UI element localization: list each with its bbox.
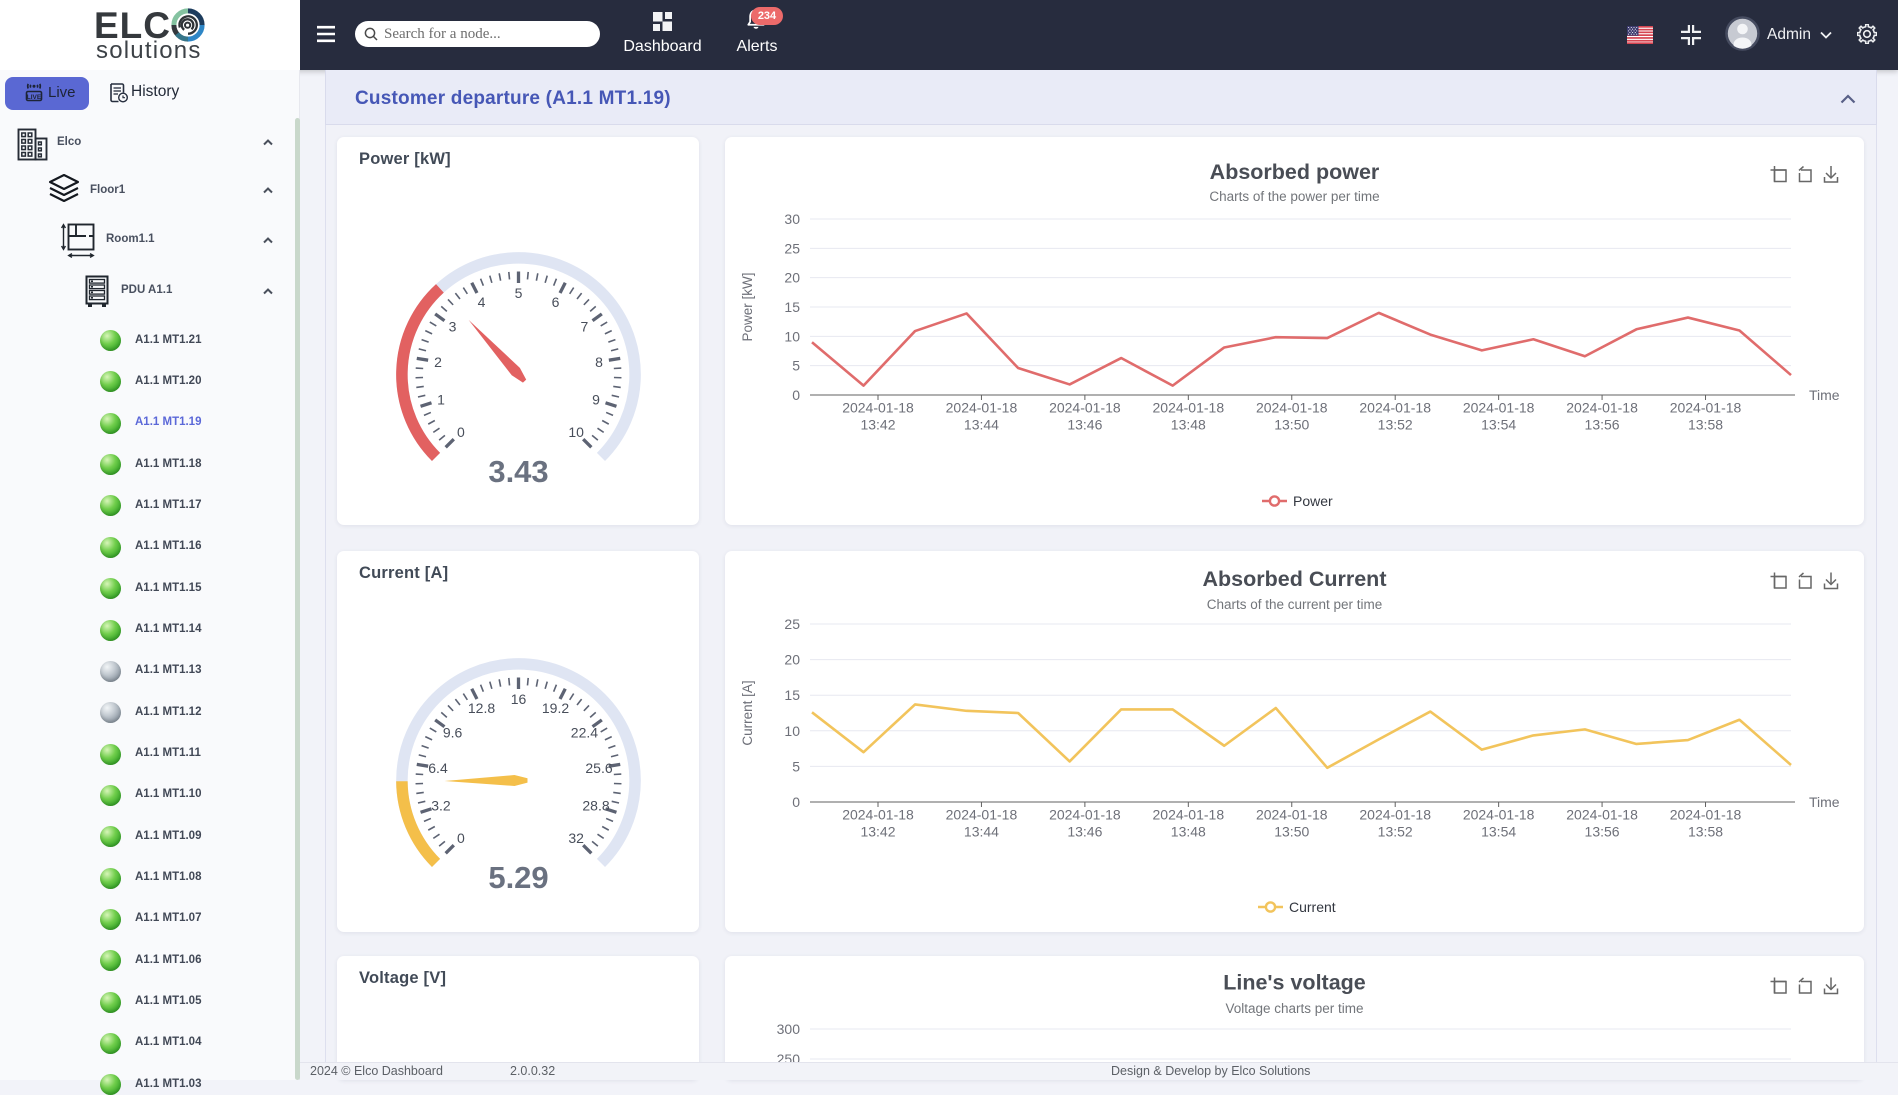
svg-text:2024-01-18: 2024-01-18 — [842, 400, 914, 416]
svg-text:28.8: 28.8 — [582, 798, 609, 814]
svg-text:0: 0 — [457, 424, 465, 440]
svg-text:13:48: 13:48 — [1171, 417, 1206, 433]
svg-text:13:48: 13:48 — [1171, 824, 1206, 840]
svg-text:13:42: 13:42 — [860, 417, 895, 433]
svg-text:2024-01-18: 2024-01-18 — [1153, 400, 1225, 416]
svg-text:Time: Time — [1809, 794, 1840, 810]
svg-text:6: 6 — [552, 294, 560, 310]
svg-text:Absorbed power: Absorbed power — [1210, 160, 1380, 184]
svg-text:5.29: 5.29 — [488, 860, 548, 895]
svg-text:LIVE: LIVE — [27, 94, 42, 101]
svg-text:Absorbed Current: Absorbed Current — [1203, 567, 1387, 591]
svg-text:2024-01-18: 2024-01-18 — [1566, 400, 1638, 416]
svg-text:6.4: 6.4 — [428, 760, 448, 776]
svg-text:2024-01-18: 2024-01-18 — [1153, 807, 1225, 823]
svg-text:5: 5 — [792, 758, 800, 774]
svg-text:Power: Power — [1293, 493, 1333, 509]
svg-text:13:44: 13:44 — [964, 824, 999, 840]
svg-text:3: 3 — [449, 319, 457, 335]
svg-text:8: 8 — [595, 354, 603, 370]
svg-text:0: 0 — [792, 794, 800, 810]
svg-text:Power [kW]: Power [kW] — [740, 272, 755, 341]
svg-text:300: 300 — [777, 1021, 801, 1037]
svg-text:2024-01-18: 2024-01-18 — [1256, 400, 1328, 416]
svg-text:13:56: 13:56 — [1585, 417, 1620, 433]
svg-text:2024-01-18: 2024-01-18 — [1359, 400, 1431, 416]
svg-text:Time: Time — [1809, 387, 1840, 403]
svg-text:2024-01-18: 2024-01-18 — [1670, 400, 1742, 416]
svg-text:9.6: 9.6 — [443, 725, 463, 741]
svg-text:13:58: 13:58 — [1688, 417, 1723, 433]
svg-text:13:46: 13:46 — [1067, 824, 1102, 840]
svg-text:15: 15 — [784, 687, 800, 703]
svg-text:13:58: 13:58 — [1688, 824, 1723, 840]
svg-text:2024-01-18: 2024-01-18 — [1049, 807, 1121, 823]
svg-text:2: 2 — [434, 354, 442, 370]
svg-text:2024-01-18: 2024-01-18 — [1566, 807, 1638, 823]
svg-text:13:52: 13:52 — [1378, 417, 1413, 433]
svg-text:2024-01-18: 2024-01-18 — [946, 807, 1018, 823]
svg-text:2024-01-18: 2024-01-18 — [1256, 807, 1328, 823]
svg-text:13:42: 13:42 — [860, 824, 895, 840]
svg-text:13:56: 13:56 — [1585, 824, 1620, 840]
svg-text:2024-01-18: 2024-01-18 — [842, 807, 914, 823]
svg-text:13:44: 13:44 — [964, 417, 999, 433]
svg-text:7: 7 — [581, 319, 589, 335]
svg-text:9: 9 — [592, 392, 600, 408]
svg-text:10: 10 — [568, 424, 584, 440]
svg-text:22.4: 22.4 — [571, 725, 598, 741]
svg-text:2024-01-18: 2024-01-18 — [1670, 807, 1742, 823]
svg-text:32: 32 — [568, 830, 584, 846]
svg-text:Current: Current — [1289, 899, 1336, 915]
svg-text:13:50: 13:50 — [1274, 824, 1309, 840]
svg-text:25: 25 — [784, 240, 800, 256]
svg-text:12.8: 12.8 — [468, 700, 495, 716]
svg-text:13:50: 13:50 — [1274, 417, 1309, 433]
svg-text:Current [A]: Current [A] — [740, 680, 755, 745]
svg-text:Line's voltage: Line's voltage — [1223, 971, 1366, 995]
svg-text:16: 16 — [511, 691, 527, 707]
svg-text:2024-01-18: 2024-01-18 — [1463, 807, 1535, 823]
svg-text:2024-01-18: 2024-01-18 — [1049, 400, 1121, 416]
svg-text:13:54: 13:54 — [1481, 417, 1516, 433]
svg-text:0: 0 — [457, 830, 465, 846]
svg-text:2024-01-18: 2024-01-18 — [1359, 807, 1431, 823]
svg-text:10: 10 — [784, 723, 800, 739]
svg-text:0: 0 — [792, 387, 800, 403]
svg-text:15: 15 — [784, 299, 800, 315]
svg-text:20: 20 — [784, 652, 800, 668]
svg-text:2024-01-18: 2024-01-18 — [946, 400, 1018, 416]
svg-text:25: 25 — [784, 616, 800, 632]
svg-text:13:54: 13:54 — [1481, 824, 1516, 840]
svg-text:3.2: 3.2 — [431, 798, 451, 814]
svg-text:13:52: 13:52 — [1378, 824, 1413, 840]
svg-text:1: 1 — [437, 392, 445, 408]
svg-text:4: 4 — [478, 294, 486, 310]
svg-text:13:46: 13:46 — [1067, 417, 1102, 433]
svg-text:19.2: 19.2 — [542, 700, 569, 716]
svg-text:Charts of the current per time: Charts of the current per time — [1207, 597, 1383, 612]
svg-text:5: 5 — [515, 285, 523, 301]
svg-text:3.43: 3.43 — [488, 454, 548, 489]
svg-text:2024-01-18: 2024-01-18 — [1463, 400, 1535, 416]
svg-text:20: 20 — [784, 270, 800, 286]
svg-text:5: 5 — [792, 358, 800, 374]
svg-text:10: 10 — [784, 328, 800, 344]
svg-text:30: 30 — [784, 211, 800, 227]
svg-text:Voltage charts per time: Voltage charts per time — [1225, 1001, 1363, 1016]
svg-text:25.6: 25.6 — [585, 760, 612, 776]
svg-text:Charts of the power per time: Charts of the power per time — [1209, 189, 1379, 204]
